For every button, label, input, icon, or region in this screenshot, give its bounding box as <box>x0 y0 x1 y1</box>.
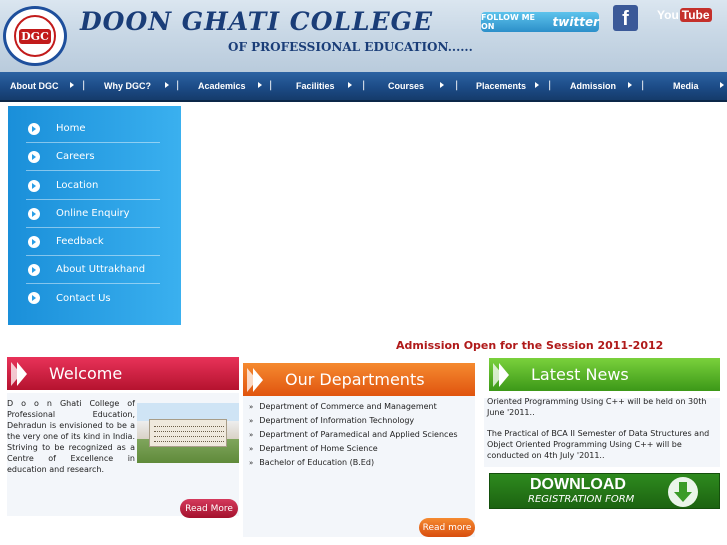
building-shape <box>149 419 227 447</box>
sidebar-item-home[interactable]: Home <box>26 115 160 143</box>
arrow-right-circle-icon <box>28 179 40 192</box>
nav-separator: | <box>641 80 645 91</box>
site-header: DGC DOON GHATI COLLEGE OF PROFESSIONAL E… <box>0 0 727 72</box>
college-building-photo <box>137 403 239 463</box>
chevron-right-icon <box>440 82 444 88</box>
chevron-right-icon <box>165 82 169 88</box>
sidebar-item-online-enquiry[interactable]: Online Enquiry <box>26 200 160 228</box>
chevron-right-icon <box>535 82 539 88</box>
departments-read-more-button[interactable]: Read more <box>419 518 475 537</box>
twitter-icon: twitter <box>552 15 599 29</box>
youtube-tube: Tube <box>679 8 712 22</box>
chevron-right-icon <box>348 82 352 88</box>
arrow-right-circle-icon <box>28 207 40 220</box>
sidebar-item-contact-us[interactable]: Contact Us <box>26 284 160 312</box>
youtube-icon[interactable]: You Tube <box>657 8 712 22</box>
sidebar-item-label: Careers <box>56 151 95 162</box>
arrow-right-circle-icon <box>28 263 40 276</box>
nav-media[interactable]: Media <box>673 81 699 91</box>
sidebar-item-location[interactable]: Location <box>26 172 160 200</box>
bullet-icon: » <box>249 416 254 425</box>
arrow-right-circle-icon <box>28 122 40 135</box>
news-ticker[interactable]: Oriented Programming Using C++ will be h… <box>484 398 720 467</box>
nav-separator: | <box>176 80 180 91</box>
youtube-you: You <box>657 8 679 22</box>
list-item[interactable]: » Department of Paramedical and Applied … <box>249 430 458 439</box>
side-menu: Home Careers Location Online Enquiry Fee… <box>8 106 181 325</box>
sidebar-item-label: Online Enquiry <box>56 208 130 219</box>
welcome-heading: Welcome <box>7 357 239 390</box>
double-chevron-icon <box>11 361 27 386</box>
nav-academics[interactable]: Academics <box>198 81 246 91</box>
logo-text: DGC <box>19 28 51 44</box>
nav-placements[interactable]: Placements <box>476 81 526 91</box>
site-title: DOON GHATI COLLEGE <box>80 7 434 36</box>
sidebar-item-label: Home <box>56 123 86 134</box>
sidebar-item-label: About Uttrakhand <box>56 264 146 275</box>
sidebar-item-label: Contact Us <box>56 292 111 304</box>
departments-panel: » Department of Commerce and Management … <box>243 396 475 537</box>
welcome-read-more-button[interactable]: Read More <box>180 499 238 518</box>
arrow-right-circle-icon <box>28 150 40 163</box>
download-registration-form-button[interactable]: DOWNLOAD REGISTRATION FORM <box>489 473 720 509</box>
news-item[interactable]: The Practical of BCA II Semester of Data… <box>484 428 712 461</box>
news-title: Latest News <box>531 365 629 384</box>
nav-separator: | <box>82 80 86 91</box>
department-link[interactable]: Department of Paramedical and Applied Sc… <box>259 430 457 439</box>
list-item[interactable]: » Department of Home Science <box>249 444 378 453</box>
department-link[interactable]: Department of Home Science <box>259 444 377 453</box>
sidebar-item-feedback[interactable]: Feedback <box>26 228 160 256</box>
nav-courses[interactable]: Courses <box>388 81 424 91</box>
twitter-follow-button[interactable]: FOLLOW ME ON twitter <box>481 12 599 32</box>
nav-separator: | <box>548 80 552 91</box>
download-title: DOWNLOAD <box>530 476 626 493</box>
logo-emblem: DGC <box>14 15 56 57</box>
nav-why-dgc[interactable]: Why DGC? <box>104 81 151 91</box>
list-item[interactable]: » Department of Information Technology <box>249 416 414 425</box>
sidebar-item-careers[interactable]: Careers <box>26 143 160 171</box>
main-nav: About DGC | Why DGC? | Academics | Facil… <box>0 72 727 102</box>
welcome-panel: D o o n Ghati College of Professional Ed… <box>7 393 239 516</box>
chevron-right-icon <box>258 82 262 88</box>
departments-heading: Our Departments <box>243 363 475 396</box>
double-chevron-icon <box>493 362 509 387</box>
sidebar-item-label: Feedback <box>56 236 104 247</box>
nav-separator: | <box>362 80 366 91</box>
welcome-title: Welcome <box>49 364 123 383</box>
bullet-icon: » <box>249 444 254 453</box>
twitter-follow-label: FOLLOW ME ON <box>481 13 536 31</box>
nav-admission[interactable]: Admission <box>570 81 616 91</box>
admission-notice[interactable]: Admission Open for the Session 2011-2012 <box>396 339 663 352</box>
download-arrow-icon <box>668 477 698 507</box>
download-subtitle: REGISTRATION FORM <box>528 494 635 505</box>
nav-separator: | <box>269 80 273 91</box>
sidebar-item-about-uttrakhand[interactable]: About Uttrakhand <box>26 256 160 284</box>
department-link[interactable]: Department of Information Technology <box>259 416 414 425</box>
double-chevron-icon <box>247 367 263 392</box>
department-link[interactable]: Bachelor of Education (B.Ed) <box>259 458 374 467</box>
arrow-right-circle-icon <box>28 292 40 304</box>
nav-separator: | <box>455 80 459 91</box>
chevron-right-icon <box>720 82 724 88</box>
list-item[interactable]: » Department of Commerce and Management <box>249 402 437 411</box>
nav-about-dgc[interactable]: About DGC <box>10 81 59 91</box>
news-heading: Latest News <box>489 358 720 391</box>
bullet-icon: » <box>249 402 254 411</box>
welcome-text: D o o n Ghati College of Professional Ed… <box>7 399 135 474</box>
department-link[interactable]: Department of Commerce and Management <box>259 402 436 411</box>
sidebar-item-label: Location <box>56 180 99 191</box>
list-item[interactable]: » Bachelor of Education (B.Ed) <box>249 458 374 467</box>
facebook-icon[interactable]: f <box>613 5 638 31</box>
college-logo[interactable]: DGC <box>3 6 67 66</box>
chevron-right-icon <box>70 82 74 88</box>
site-subtitle: OF PROFESSIONAL EDUCATION...... <box>228 40 473 54</box>
chevron-right-icon <box>628 82 632 88</box>
bullet-icon: » <box>249 430 254 439</box>
bullet-icon: » <box>249 458 254 467</box>
arrow-right-circle-icon <box>28 235 40 248</box>
nav-facilities[interactable]: Facilities <box>296 81 335 91</box>
news-item[interactable]: Oriented Programming Using C++ will be h… <box>484 398 712 418</box>
departments-title: Our Departments <box>285 370 425 389</box>
